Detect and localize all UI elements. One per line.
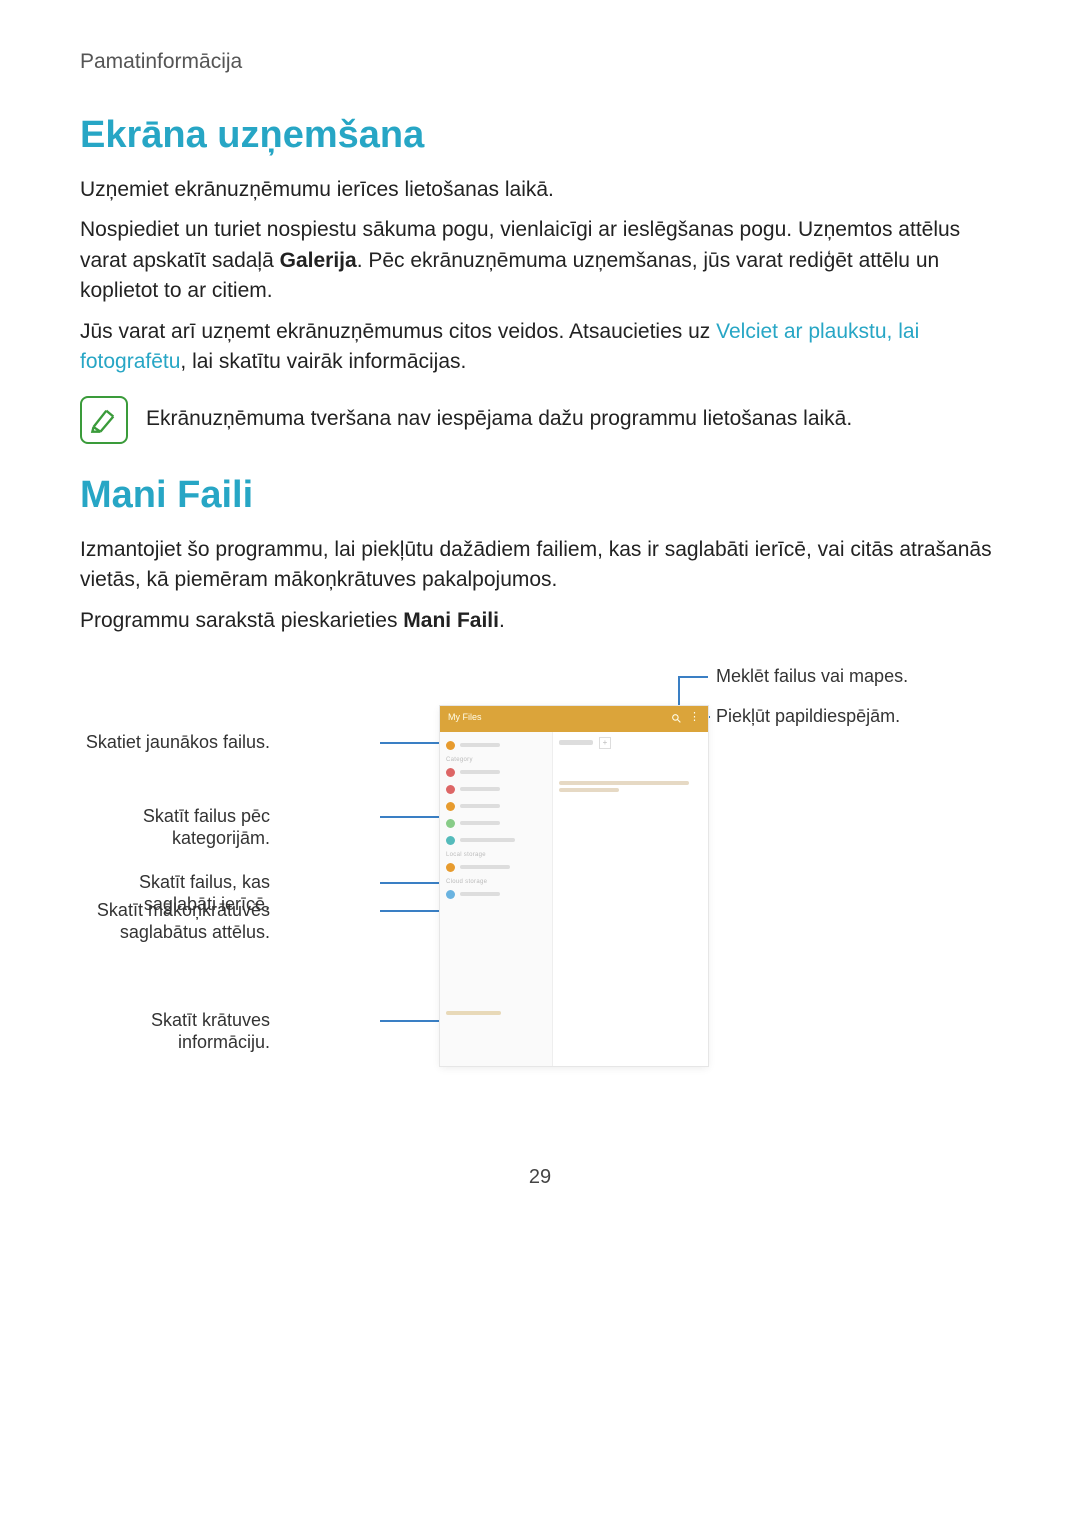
search-icon[interactable]: [671, 713, 682, 724]
more-icon[interactable]: ⋮: [689, 712, 700, 723]
sidebar-item-recent[interactable]: [446, 738, 546, 753]
para-s2-1: Izmantojiet šo programmu, lai piekļūtu d…: [80, 535, 1000, 596]
clock-icon: [446, 741, 455, 750]
sidebar-item-audio[interactable]: [446, 799, 546, 814]
note-icon: [80, 396, 128, 444]
tablet-content: +: [553, 732, 708, 1066]
heading-screenshot: Ekrāna uzņemšana: [80, 114, 1000, 157]
para-s1-1: Uzņemiet ekrānuzņēmumu ierīces lietošana…: [80, 175, 1000, 205]
image-icon: [446, 768, 455, 777]
bold-gallery: Galerija: [280, 249, 357, 272]
storage-icon: [446, 863, 455, 872]
tablet-screenshot: My Files ⋮ Category: [440, 706, 708, 1066]
sidebar-item-documents[interactable]: [446, 816, 546, 831]
document-icon: [446, 819, 455, 828]
app-title: My Files: [448, 712, 482, 722]
tab-recent[interactable]: [559, 740, 593, 745]
note-text: Ekrānuzņēmuma tveršana nav iespējama daž…: [146, 396, 1000, 434]
sidebar-section-local: Local storage: [446, 852, 546, 858]
callout-search: Meklēt failus vai mapes.: [716, 666, 908, 688]
bold-myfiles: Mani Faili: [403, 609, 499, 632]
breadcrumb: Pamatinformācija: [80, 50, 1000, 74]
sidebar-item-videos[interactable]: [446, 782, 546, 797]
sidebar-section-category: Category: [446, 757, 546, 763]
download-icon: [446, 836, 455, 845]
video-icon: [446, 785, 455, 794]
sidebar-item-label: [460, 743, 500, 747]
callout-categories: Skatīt failus pēc kategorijām.: [80, 806, 270, 849]
tablet-sidebar: Category: [440, 732, 553, 1066]
para-s1-3: Jūs varat arī uzņemt ekrānuzņēmumus cito…: [80, 317, 1000, 378]
para-s2-2: Programmu sarakstā pieskarieties Mani Fa…: [80, 606, 1000, 636]
content-placeholder: [559, 781, 702, 792]
dropbox-icon: [446, 890, 455, 899]
sidebar-item-storage-details[interactable]: [446, 1006, 546, 1021]
tablet-header: My Files ⋮: [440, 706, 708, 732]
callout-cloud: Skatīt mākoņkrātuvēs saglabātus attēlus.: [97, 900, 270, 943]
callout-storage: Skatīt krātuves informāciju.: [80, 1010, 270, 1053]
sidebar-item-dropbox[interactable]: [446, 887, 546, 902]
heading-myfiles: Mani Faili: [80, 474, 1000, 517]
tablet-tabbar: +: [559, 735, 702, 751]
sidebar-item-device[interactable]: [446, 860, 546, 875]
audio-icon: [446, 802, 455, 811]
callout-recent: Skatiet jaunākos failus.: [86, 732, 270, 754]
add-tab-button[interactable]: +: [599, 737, 611, 749]
para-s1-2: Nospiediet un turiet nospiestu sākuma po…: [80, 215, 1000, 306]
sidebar-section-cloud: Cloud storage: [446, 879, 546, 885]
sidebar-item-downloads[interactable]: [446, 833, 546, 848]
callout-options: Piekļūt papildiespējām.: [716, 706, 900, 728]
page-number: 29: [80, 1166, 1000, 1189]
sidebar-item-images[interactable]: [446, 765, 546, 780]
figure-myfiles: Meklēt failus vai mapes. Piekļūt papildi…: [80, 666, 1000, 1086]
